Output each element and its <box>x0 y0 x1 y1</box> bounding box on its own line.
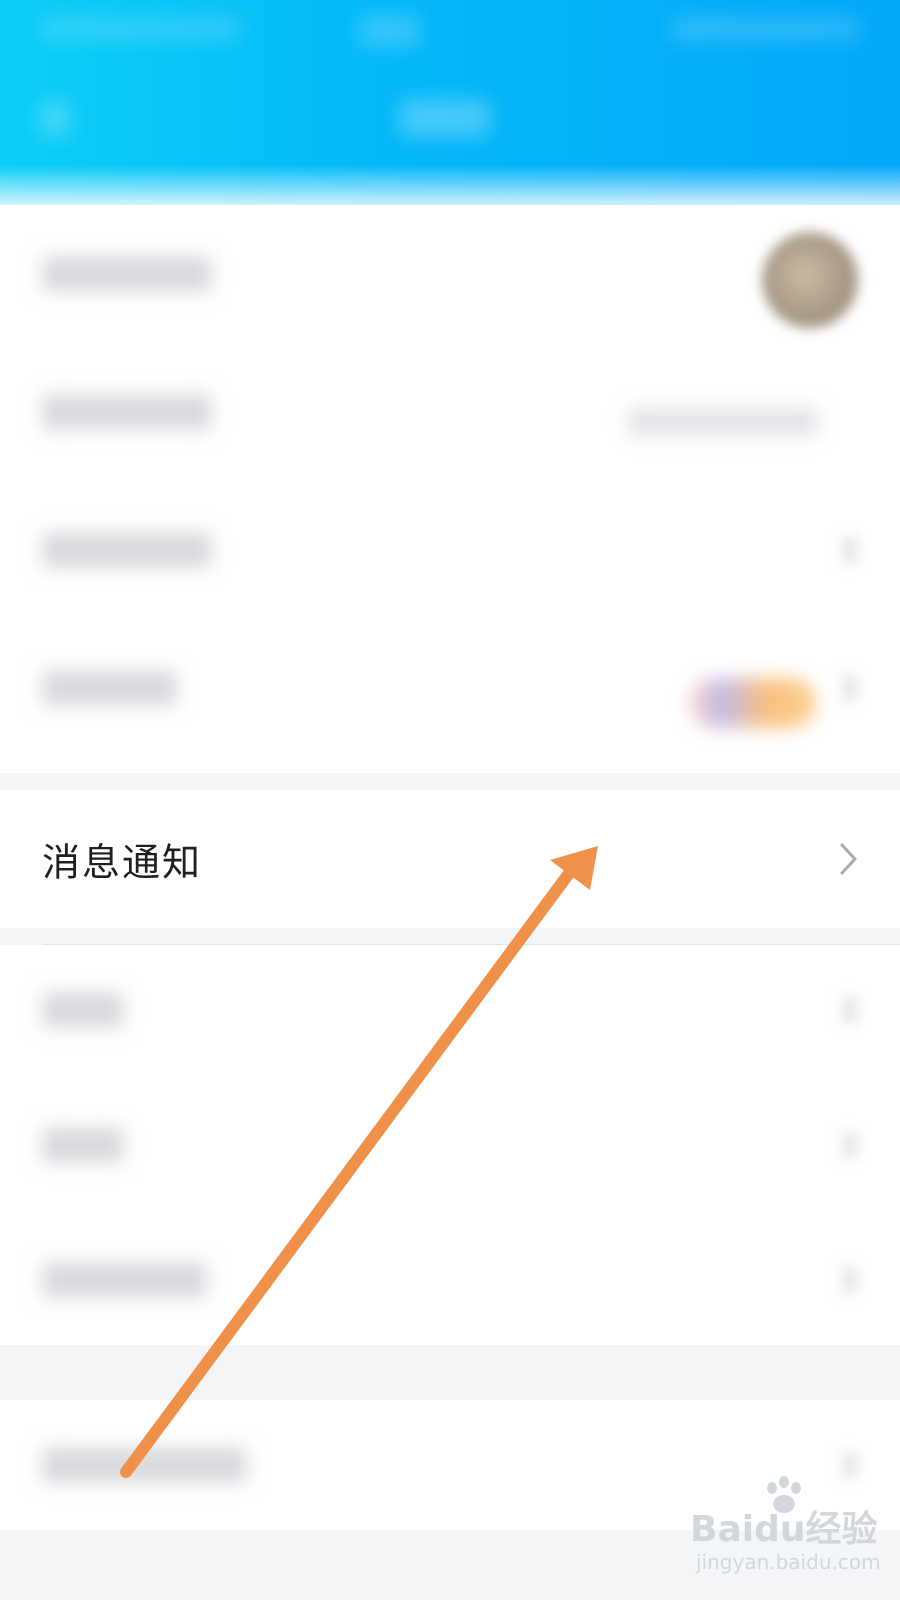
watermark-brand: Baidu经验 <box>690 1509 878 1550</box>
watermark-url: jingyan.baidu.com <box>696 1550 881 1574</box>
annotation-arrow <box>120 846 598 1478</box>
baidu-jingyan-watermark: Baidu经验 jingyan.baidu.com <box>690 1476 890 1590</box>
